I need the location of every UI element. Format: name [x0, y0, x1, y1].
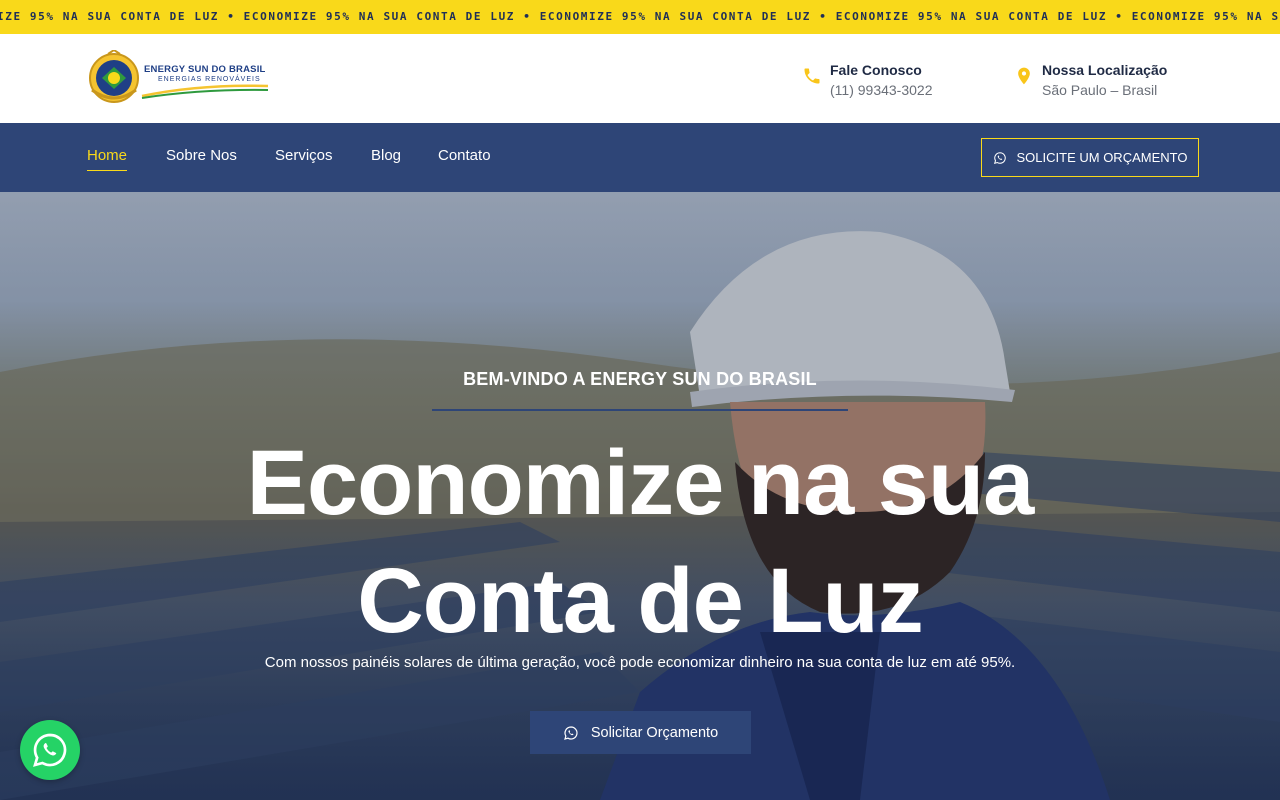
hero-button-label: Solicitar Orçamento — [590, 724, 719, 741]
nav-home[interactable]: Home — [87, 147, 128, 171]
hero-title: Economize na sua Conta de Luz — [0, 424, 1280, 660]
phone-label: Fale Conosco — [830, 62, 922, 78]
request-quote-label: SOLICITE UM ORÇAMENTO — [1016, 150, 1188, 165]
nav-contato[interactable]: Contato — [438, 147, 491, 164]
logo[interactable]: ENERGY SUN DO BRASIL ENERGIAS RENOVÁVEIS — [86, 46, 272, 110]
phone-icon — [804, 68, 820, 84]
nav-blog[interactable]: Blog — [371, 147, 401, 164]
whatsapp-icon — [33, 733, 67, 767]
hero-title-line1: Economize na sua — [246, 432, 1035, 534]
whatsapp-icon — [563, 725, 578, 740]
hero-title-line2: Conta de Luz — [357, 550, 924, 652]
logo-title: ENERGY SUN DO BRASIL — [144, 64, 266, 75]
hero-section: BEM-VINDO A ENERGY SUN DO BRASIL Economi… — [0, 192, 1280, 800]
location-value: São Paulo – Brasil — [1042, 82, 1158, 98]
hero-request-quote-button[interactable]: Solicitar Orçamento — [530, 711, 751, 754]
request-quote-button[interactable]: SOLICITE UM ORÇAMENTO — [981, 138, 1199, 177]
nav-servicos[interactable]: Serviços — [275, 147, 333, 164]
top-header: ENERGY SUN DO BRASIL ENERGIAS RENOVÁVEIS… — [0, 34, 1280, 123]
hero-kicker: BEM-VINDO A ENERGY SUN DO BRASIL — [463, 369, 817, 389]
whatsapp-icon — [993, 151, 1006, 164]
hero-kicker-divider — [432, 409, 848, 411]
logo-emblem-icon — [89, 50, 139, 103]
ticker-text: IZE 95% NA SUA CONTA DE LUZ • ECONOMIZE … — [0, 10, 1280, 23]
phone-number: (11) 99343-3022 — [830, 82, 933, 98]
main-navigation: Home Sobre Nos Serviços Blog Contato SOL… — [0, 123, 1280, 192]
contact-location[interactable]: Nossa Localização São Paulo – Brasil — [1014, 62, 1184, 102]
contact-phone[interactable]: Fale Conosco (11) 99343-3022 — [802, 62, 962, 102]
whatsapp-float-button[interactable] — [20, 720, 80, 780]
map-pin-icon — [1018, 67, 1030, 85]
hero-subtitle: Com nossos painéis solares de última ger… — [264, 654, 1016, 671]
location-label: Nossa Localização — [1042, 62, 1168, 78]
nav-sobre-nos[interactable]: Sobre Nos — [166, 147, 237, 164]
logo-swoosh-icon — [141, 84, 269, 99]
promo-ticker: IZE 95% NA SUA CONTA DE LUZ • ECONOMIZE … — [0, 0, 1280, 34]
